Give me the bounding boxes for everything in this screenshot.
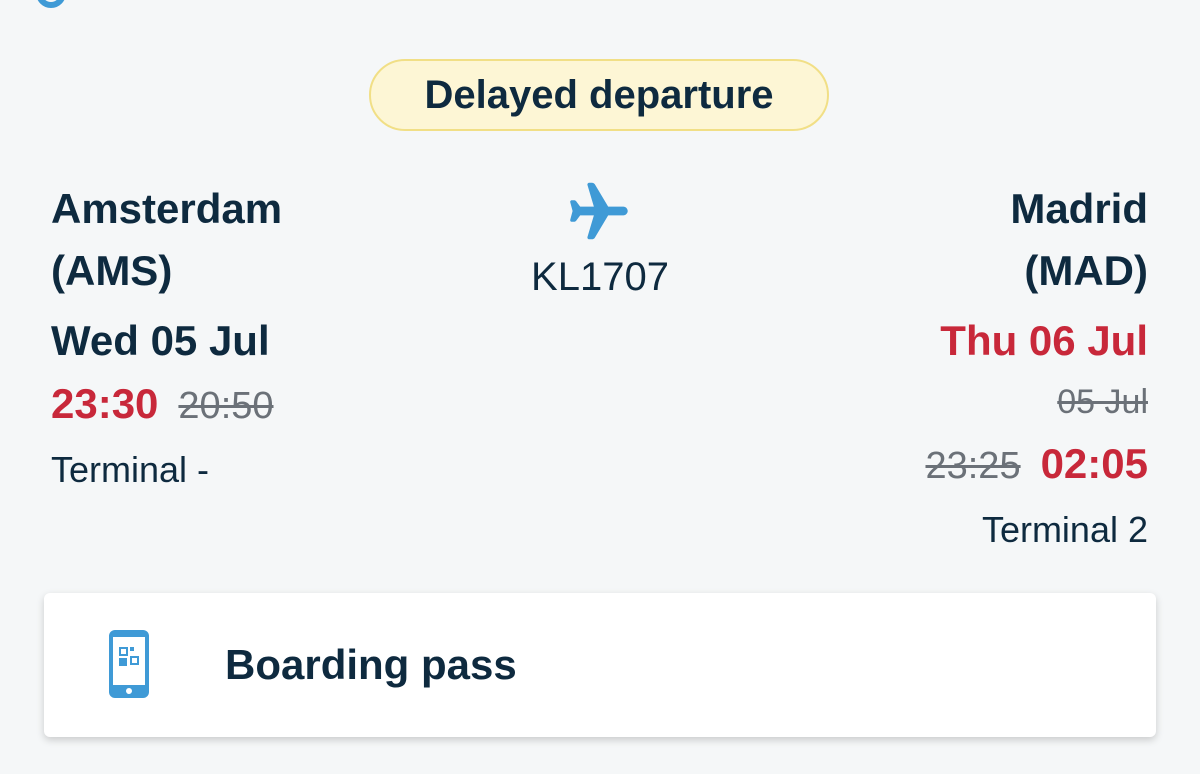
destination-terminal: Terminal 2 [981, 509, 1148, 550]
airplane-icon [570, 182, 628, 240]
origin-time-new: 23:30 [51, 380, 159, 427]
destination-time-old: 23:25 [925, 445, 1021, 487]
destination-city: Madrid [1010, 185, 1148, 232]
flight-center: KL1707 [500, 176, 700, 303]
destination-code: (MAD) [1024, 247, 1148, 294]
destination-time-row: 23:25 02:05 [728, 434, 1148, 496]
destination-time-new: 02:05 [1040, 440, 1148, 487]
origin-date: Wed 05 Jul [51, 317, 270, 364]
origin-block: Amsterdam (AMS) Wed 05 Jul 23:30 20:50 Te… [51, 178, 471, 498]
boarding-pass-button[interactable]: Boarding pass [44, 593, 1156, 737]
flight-number: KL1707 [531, 255, 669, 299]
origin-city: Amsterdam [51, 185, 283, 232]
origin-code: (AMS) [51, 247, 173, 294]
origin-terminal: Terminal - [51, 449, 210, 490]
mobile-boarding-pass-icon [109, 630, 149, 698]
destination-date-old: 05 Jul [1057, 383, 1148, 421]
boarding-pass-label: Boarding pass [225, 641, 517, 688]
status-ring-icon [36, 0, 66, 8]
origin-time-row: 23:30 20:50 [51, 374, 471, 436]
origin-time-old: 20:50 [178, 385, 274, 427]
status-label: Delayed departure [424, 72, 774, 117]
destination-date: Thu 06 Jul [940, 317, 1148, 364]
status-badge: Delayed departure [369, 59, 829, 131]
destination-block: Madrid (MAD) Thu 06 Jul 05 Jul 23:25 02:0… [728, 178, 1148, 558]
